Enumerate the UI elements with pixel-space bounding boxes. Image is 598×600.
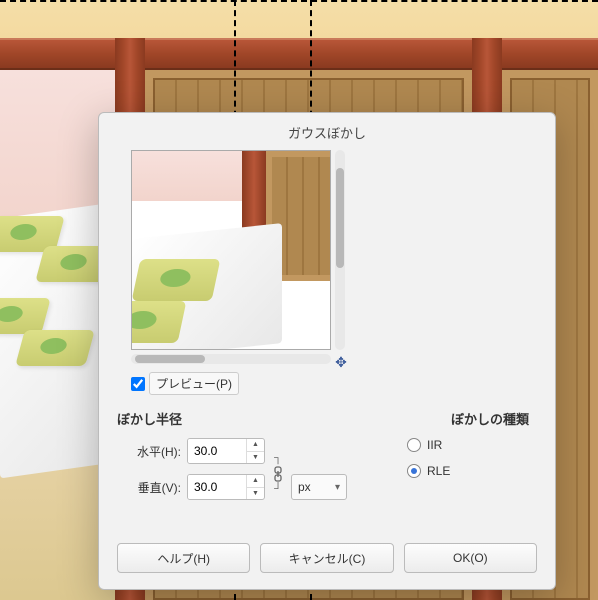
vertical-radius-value[interactable] <box>188 475 246 499</box>
preview-scrollbar-vertical[interactable] <box>335 150 345 350</box>
vertical-label: 垂直(V): <box>117 479 181 496</box>
horizontal-label: 水平(H): <box>117 443 181 460</box>
vertical-radius-input[interactable]: ▲ ▼ <box>187 474 265 500</box>
cancel-button[interactable]: キャンセル(C) <box>260 543 393 573</box>
preview-checkbox[interactable] <box>131 377 145 391</box>
unit-select[interactable]: px ▾ <box>291 474 347 500</box>
blur-type-section-title: ぼかしの種類 <box>367 409 537 428</box>
spin-down-icon[interactable]: ▼ <box>247 488 264 500</box>
chain-link-icon[interactable]: ┐ ┘ <box>271 453 285 495</box>
move-icon[interactable]: ✥ <box>333 354 349 370</box>
ok-button[interactable]: OK(O) <box>404 543 537 573</box>
preview-viewport[interactable] <box>131 150 331 350</box>
radio-iir-label: IIR <box>427 438 442 452</box>
preview-label[interactable]: プレビュー(P) <box>149 372 239 395</box>
preview-scrollbar-horizontal[interactable] <box>131 354 331 364</box>
unit-value: px <box>298 480 311 494</box>
selection-border <box>0 0 598 2</box>
dialog-title: ガウスぼかし <box>99 113 555 150</box>
horizontal-radius-value[interactable] <box>188 439 246 463</box>
horizontal-radius-input[interactable]: ▲ ▼ <box>187 438 265 464</box>
radio-icon <box>407 438 421 452</box>
spin-up-icon[interactable]: ▲ <box>247 439 264 452</box>
radio-rle-label: RLE <box>427 464 450 478</box>
radius-section-title: ぼかし半径 <box>117 409 347 428</box>
radio-icon <box>407 464 421 478</box>
spin-up-icon[interactable]: ▲ <box>247 475 264 488</box>
help-button[interactable]: ヘルプ(H) <box>117 543 250 573</box>
spin-down-icon[interactable]: ▼ <box>247 452 264 464</box>
radio-iir[interactable]: IIR <box>367 438 537 452</box>
radio-rle[interactable]: RLE <box>367 464 537 478</box>
chevron-down-icon: ▾ <box>335 482 340 493</box>
gaussian-blur-dialog: ガウスぼかし ✥ プレビュー(P) ぼかし半径 <box>98 112 556 590</box>
preview-area[interactable]: ✥ <box>131 150 345 366</box>
